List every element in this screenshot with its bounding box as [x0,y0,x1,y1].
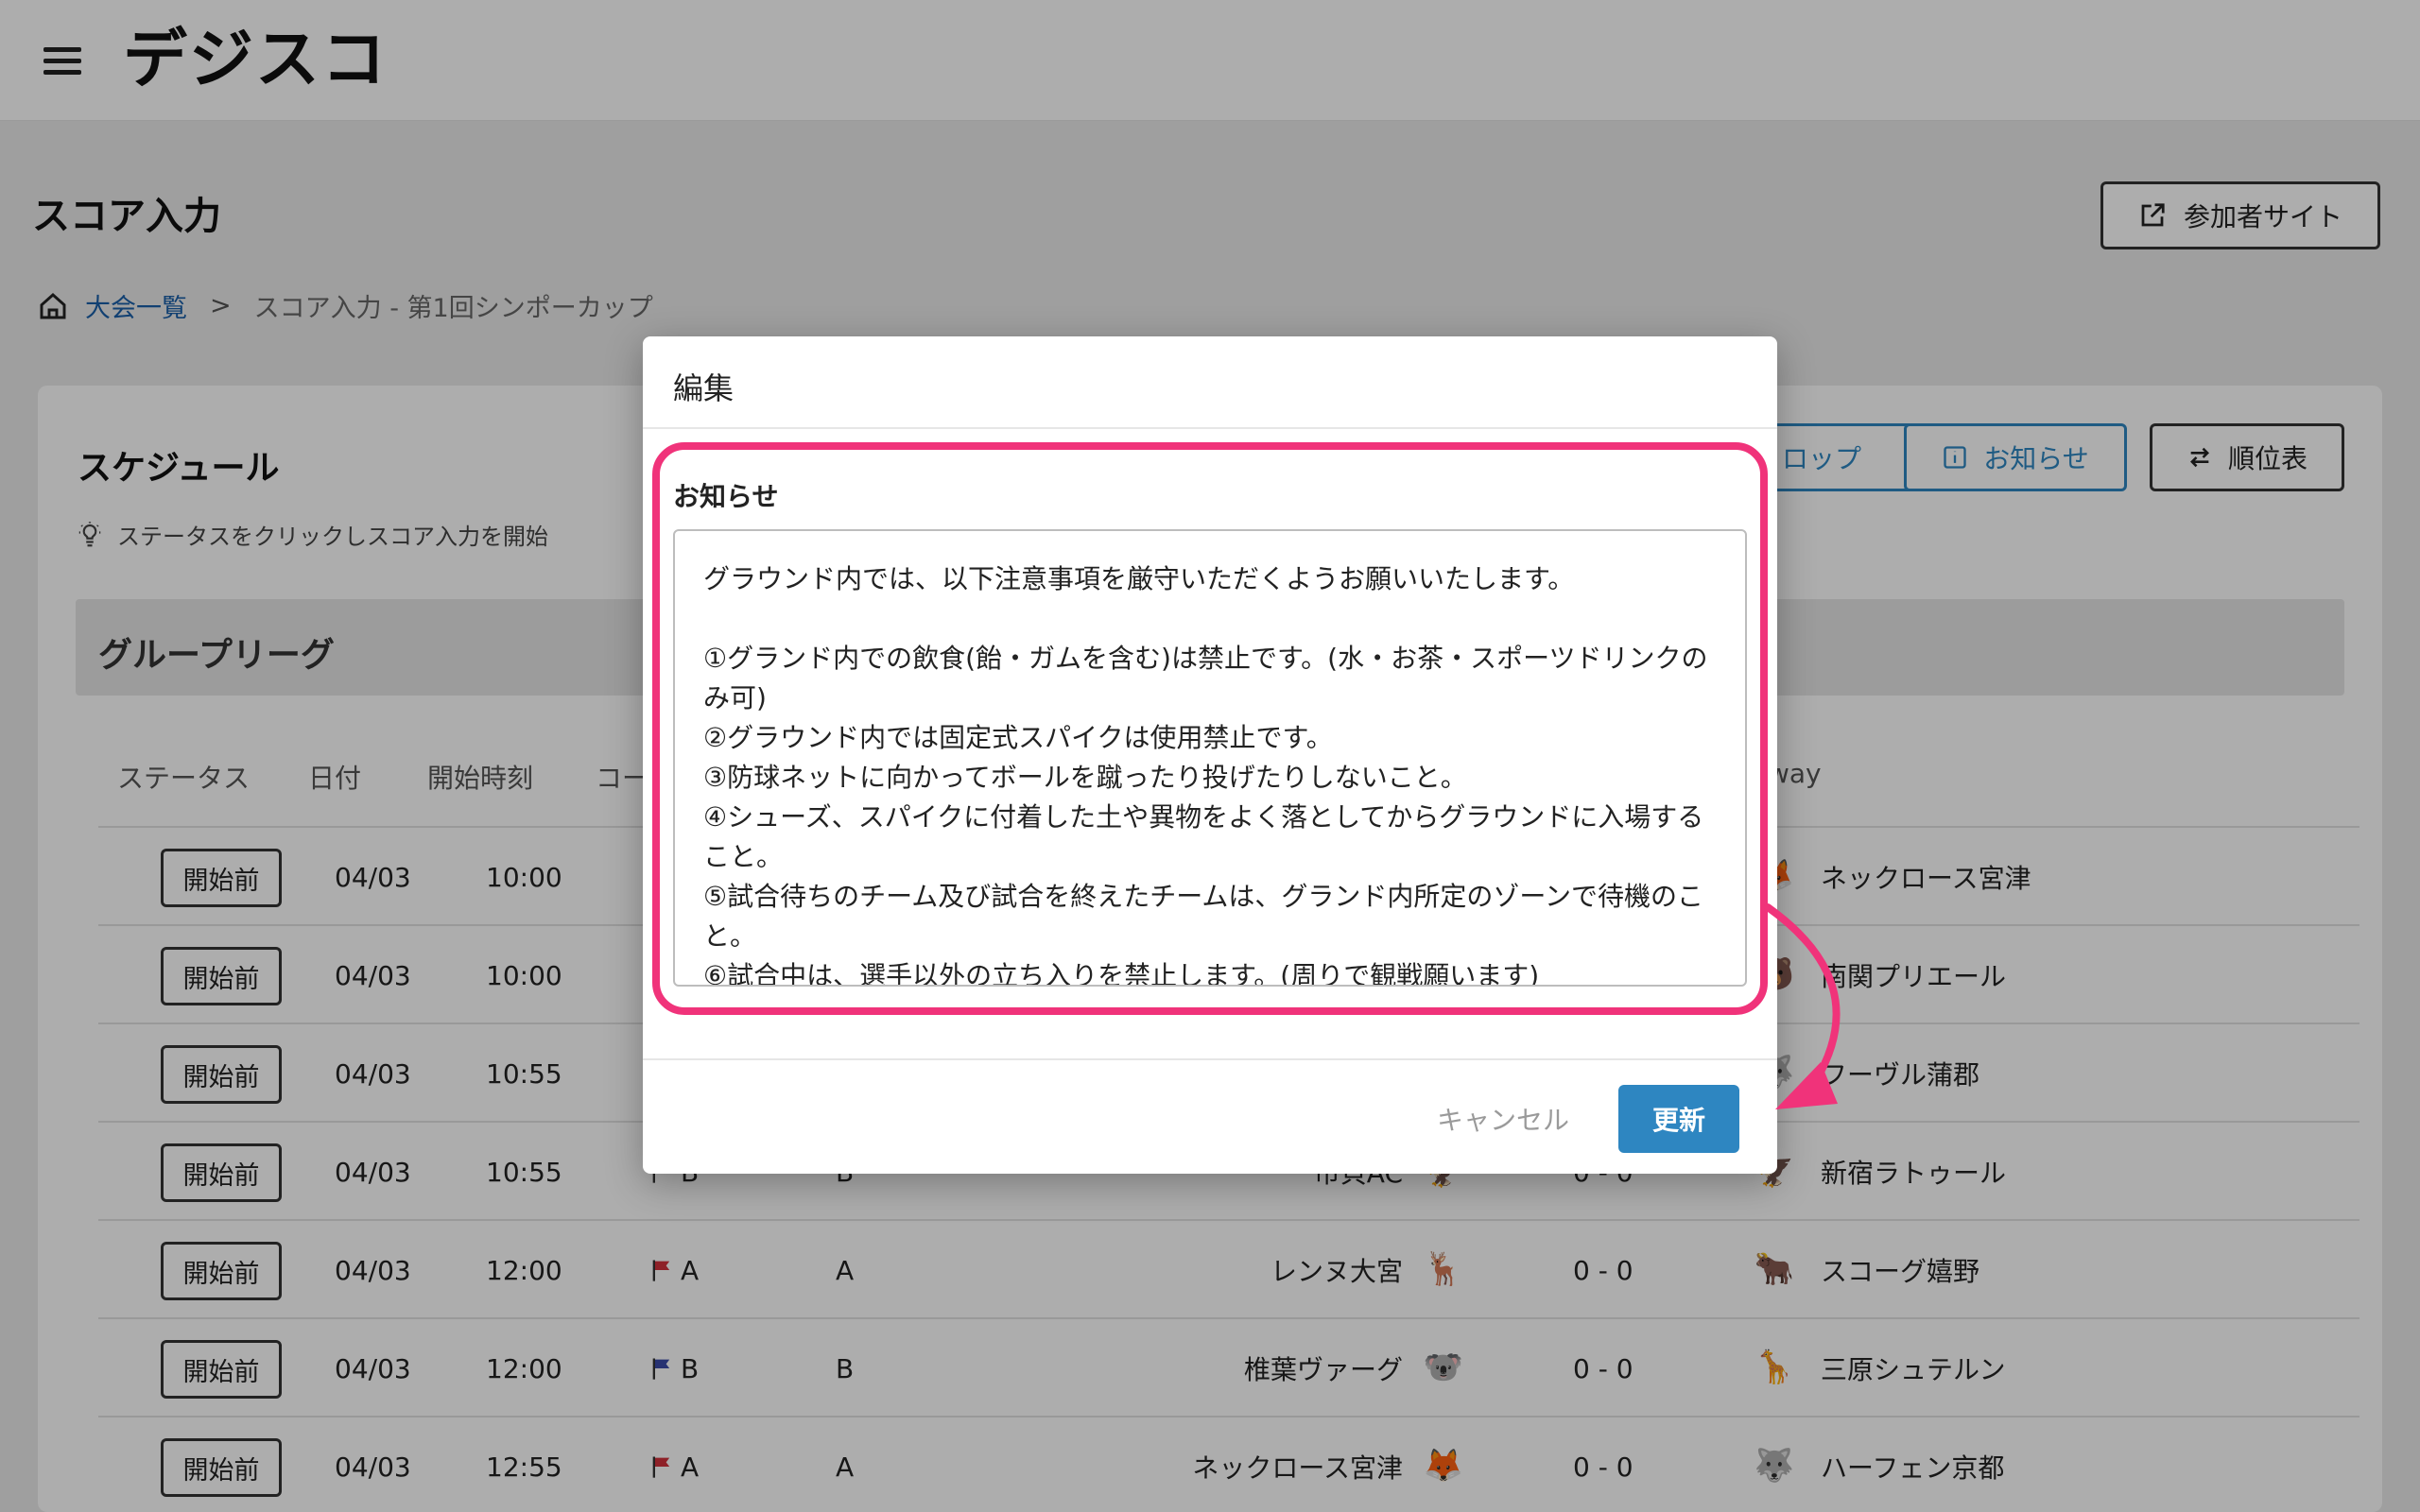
annotation-arrow-icon [1764,903,1841,1109]
cancel-button[interactable]: キャンセル [1427,1085,1579,1153]
modal-footer: キャンセル 更新 [643,1058,1777,1174]
modal-title: 編集 [673,370,735,406]
annotation-highlight [652,442,1768,1015]
modal-header: 編集 [643,336,1777,429]
update-button[interactable]: 更新 [1618,1085,1739,1153]
